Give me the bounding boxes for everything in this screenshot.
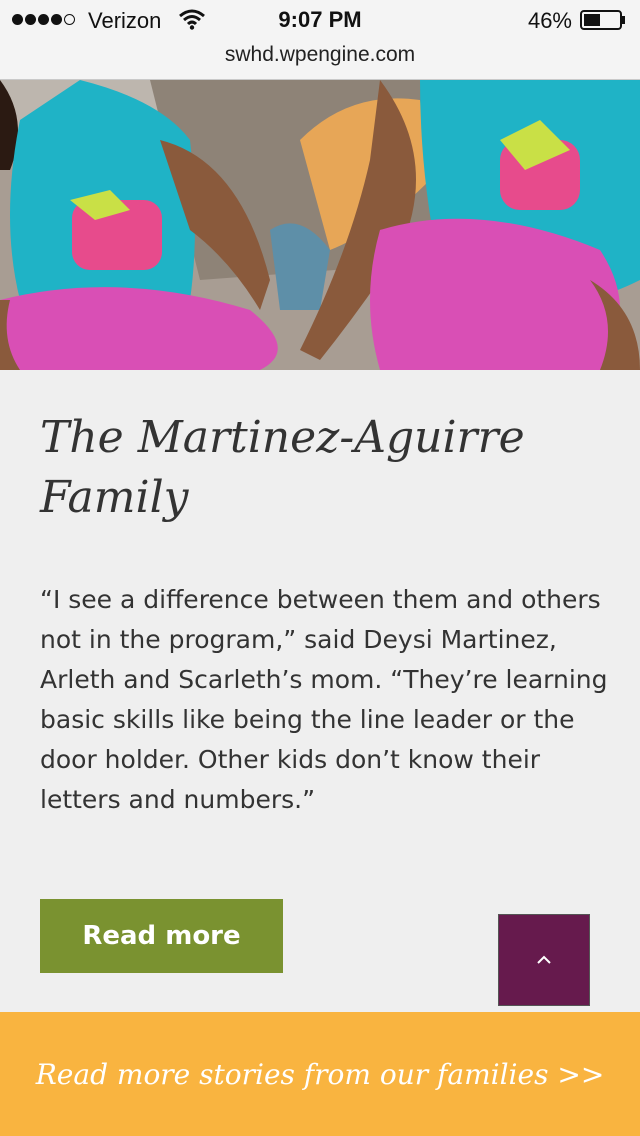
battery-icon — [580, 10, 625, 30]
family-photo — [0, 80, 640, 370]
story-quote: “I see a difference between them and oth… — [40, 585, 608, 814]
chevron-up-icon — [537, 955, 551, 964]
battery-percentage: 46% — [527, 8, 572, 33]
more-stories-link[interactable]: Read more stories from our families >> — [36, 1058, 605, 1091]
url-text: swhd.wpengine.com — [224, 43, 416, 66]
story-title: The Martinez-Aguirre Family — [40, 412, 525, 523]
back-to-top-button[interactable] — [498, 914, 590, 1006]
read-more-button[interactable]: Read more — [40, 899, 283, 973]
status-bar: Verizon 9:07 PM 46% — [0, 0, 640, 40]
browser-url-bar[interactable]: swhd.wpengine.com — [0, 40, 640, 80]
footer-banner: Read more stories from our families >> — [0, 1012, 640, 1136]
